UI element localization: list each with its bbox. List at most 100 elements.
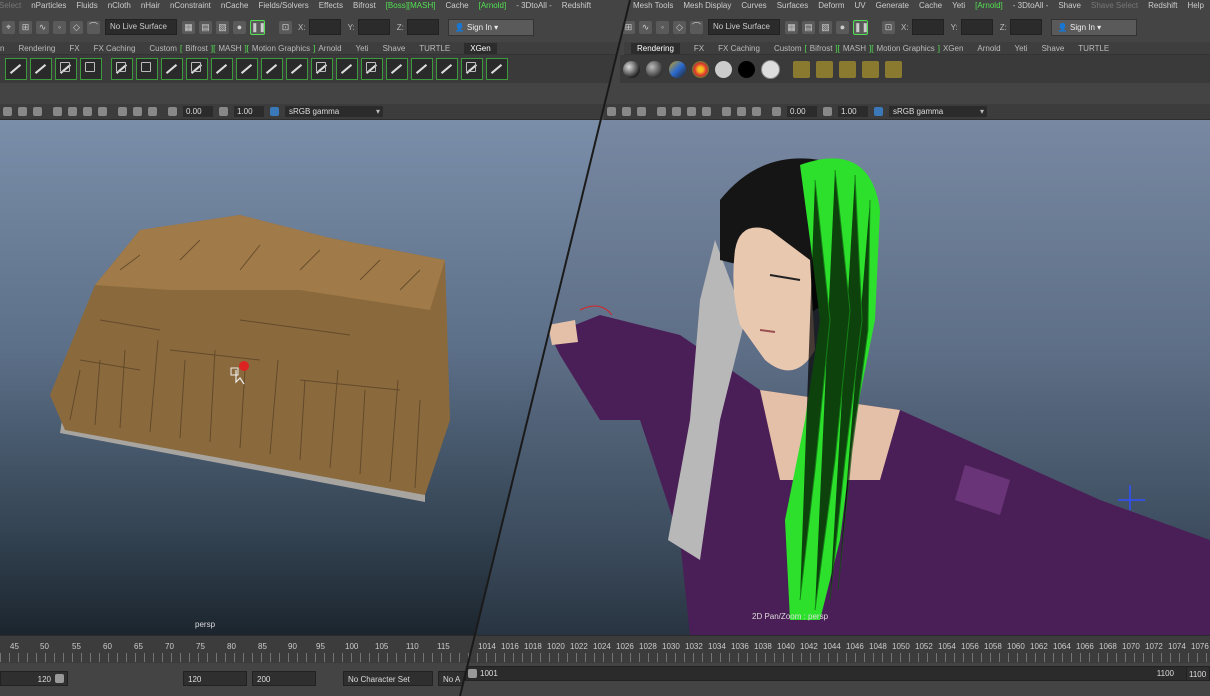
shadow-icon[interactable] xyxy=(657,107,666,116)
menu-cache[interactable]: Cache xyxy=(445,1,468,10)
grey-swatch-icon[interactable] xyxy=(761,59,780,79)
z-field[interactable] xyxy=(1009,19,1042,35)
range-knob-icon[interactable] xyxy=(55,674,64,683)
tab-custom[interactable]: Custom xyxy=(149,44,177,53)
menu-nconstraint[interactable]: nConstraint xyxy=(170,1,211,10)
snap-curve-icon[interactable]: ∿ xyxy=(36,20,49,34)
exposure-icon[interactable] xyxy=(168,107,177,116)
menu-fields-solvers[interactable]: Fields/Solvers xyxy=(258,1,308,10)
tab-motion-graphics[interactable]: Motion Graphics xyxy=(876,44,934,53)
xgen-tool-icon[interactable] xyxy=(261,58,283,80)
light-editor-icon[interactable] xyxy=(839,60,856,78)
xgen-tool-icon[interactable] xyxy=(211,58,233,80)
xgen-tool-icon[interactable] xyxy=(486,58,508,80)
snap-point-icon[interactable]: ◦ xyxy=(53,20,66,34)
y-field[interactable] xyxy=(960,19,993,35)
menu-3dtoall[interactable]: - 3DtoAll - xyxy=(516,1,552,10)
gamma-field[interactable]: 1.00 xyxy=(234,106,264,117)
wireframe-icon[interactable] xyxy=(607,107,616,116)
live-surface-field[interactable]: No Live Surface xyxy=(708,19,780,35)
tab-n[interactable]: n xyxy=(0,44,4,53)
range-end-field[interactable]: 120 xyxy=(0,671,68,686)
z-field[interactable] xyxy=(406,19,439,35)
menu-surfaces[interactable]: Surfaces xyxy=(777,1,809,10)
color-mgmt-icon[interactable] xyxy=(874,107,883,116)
transform-icon[interactable]: ⊡ xyxy=(882,20,895,34)
tab-mash[interactable]: MASH xyxy=(843,44,866,53)
motion-blur-icon[interactable] xyxy=(83,107,92,116)
menu-mesh-display[interactable]: Mesh Display xyxy=(683,1,731,10)
motion-blur-icon[interactable] xyxy=(687,107,696,116)
ipr-icon[interactable]: ● xyxy=(233,20,246,34)
tab-motion-graphics[interactable]: Motion Graphics xyxy=(252,44,310,53)
tab-fx[interactable]: FX xyxy=(69,44,79,53)
anim-end-field[interactable]: 120 xyxy=(183,671,247,686)
menu-arnold[interactable]: [Arnold] xyxy=(975,1,1003,10)
light-icon[interactable] xyxy=(33,107,42,116)
isolate-icon[interactable] xyxy=(118,107,127,116)
tab-yeti[interactable]: Yeti xyxy=(1015,44,1028,53)
ipr-icon[interactable]: ● xyxy=(836,20,849,34)
xray-joints-icon[interactable] xyxy=(752,107,761,116)
exposure-field[interactable]: 0.00 xyxy=(787,106,817,117)
tab-shave[interactable]: Shave xyxy=(383,44,406,53)
xgen-tool-icon[interactable] xyxy=(236,58,258,80)
snap-view-icon[interactable]: ◇ xyxy=(673,20,686,34)
tab-yeti[interactable]: Yeti xyxy=(356,44,369,53)
pause-icon[interactable]: ❚❚ xyxy=(853,19,869,35)
sign-in-button[interactable]: 👤 Sign In ▾ xyxy=(447,18,534,36)
menu-yeti[interactable]: Yeti xyxy=(952,1,965,10)
gamma-icon[interactable] xyxy=(219,107,228,116)
gamma-field[interactable]: 1.00 xyxy=(838,106,868,117)
tab-bifrost[interactable]: Bifrost xyxy=(185,44,208,53)
snap-surface-icon[interactable]: ⌒ xyxy=(690,20,703,34)
tab-fx-caching[interactable]: FX Caching xyxy=(718,44,760,53)
color-mgmt-icon[interactable] xyxy=(270,107,279,116)
xgen-tool-icon[interactable] xyxy=(4,58,27,80)
sign-in-button[interactable]: 👤 Sign In ▾ xyxy=(1050,18,1137,36)
render-seq-icon[interactable]: ▤ xyxy=(802,20,815,34)
snap-surface-icon[interactable]: ⌒ xyxy=(87,20,100,34)
anim-end2-field[interactable]: 200 xyxy=(252,671,316,686)
ao-icon[interactable] xyxy=(672,107,681,116)
menu-select[interactable]: Select xyxy=(0,1,21,10)
black-swatch-icon[interactable] xyxy=(738,60,755,78)
tab-bifrost[interactable]: Bifrost xyxy=(810,44,833,53)
tab-turtle[interactable]: TURTLE xyxy=(419,44,450,53)
xgen-tool-icon[interactable] xyxy=(411,58,433,80)
menu-fluids[interactable]: Fluids xyxy=(76,1,97,10)
render-frame-icon[interactable]: ▦ xyxy=(182,20,195,34)
xgen-tool-icon[interactable] xyxy=(311,58,333,80)
xgen-tool-icon[interactable] xyxy=(436,58,458,80)
aa-icon[interactable] xyxy=(702,107,711,116)
pause-icon[interactable]: ❚❚ xyxy=(250,19,266,35)
snap-grid-icon[interactable]: ⊞ xyxy=(19,20,32,34)
hierarchy-select-icon[interactable]: ⌖ xyxy=(2,20,15,34)
character-set-dropdown[interactable]: No Character Set xyxy=(343,671,433,686)
menu-arnold[interactable]: [Arnold] xyxy=(479,1,507,10)
render-settings-icon[interactable] xyxy=(793,60,810,78)
menu-shave[interactable]: Shave xyxy=(1058,1,1081,10)
tab-mash[interactable]: MASH xyxy=(218,44,241,53)
xray-joints-icon[interactable] xyxy=(148,107,157,116)
menu-ncache[interactable]: nCache xyxy=(221,1,249,10)
render-seq-icon[interactable]: ▤ xyxy=(199,20,212,34)
tab-turtle[interactable]: TURTLE xyxy=(1078,44,1109,53)
menu-curves[interactable]: Curves xyxy=(741,1,766,10)
x-field[interactable] xyxy=(911,19,944,35)
tab-shave[interactable]: Shave xyxy=(1042,44,1065,53)
striped-sphere-icon[interactable] xyxy=(669,60,686,78)
blinn-sphere-icon[interactable] xyxy=(623,60,640,78)
menu-uv[interactable]: UV xyxy=(855,1,866,10)
render-frame-icon[interactable]: ▦ xyxy=(785,20,798,34)
menu-effects[interactable]: Effects xyxy=(319,1,343,10)
y-field[interactable] xyxy=(357,19,390,35)
view-transform-dropdown[interactable]: sRGB gamma xyxy=(285,106,383,117)
xgen-tool-icon[interactable] xyxy=(461,58,483,80)
texture-icon[interactable] xyxy=(885,60,902,78)
range-start-knob-icon[interactable] xyxy=(468,669,477,678)
view-transform-dropdown[interactable]: sRGB gamma xyxy=(889,106,987,117)
xgen-tool-icon[interactable] xyxy=(286,58,308,80)
light-icon[interactable] xyxy=(637,107,646,116)
menu-generate[interactable]: Generate xyxy=(876,1,909,10)
